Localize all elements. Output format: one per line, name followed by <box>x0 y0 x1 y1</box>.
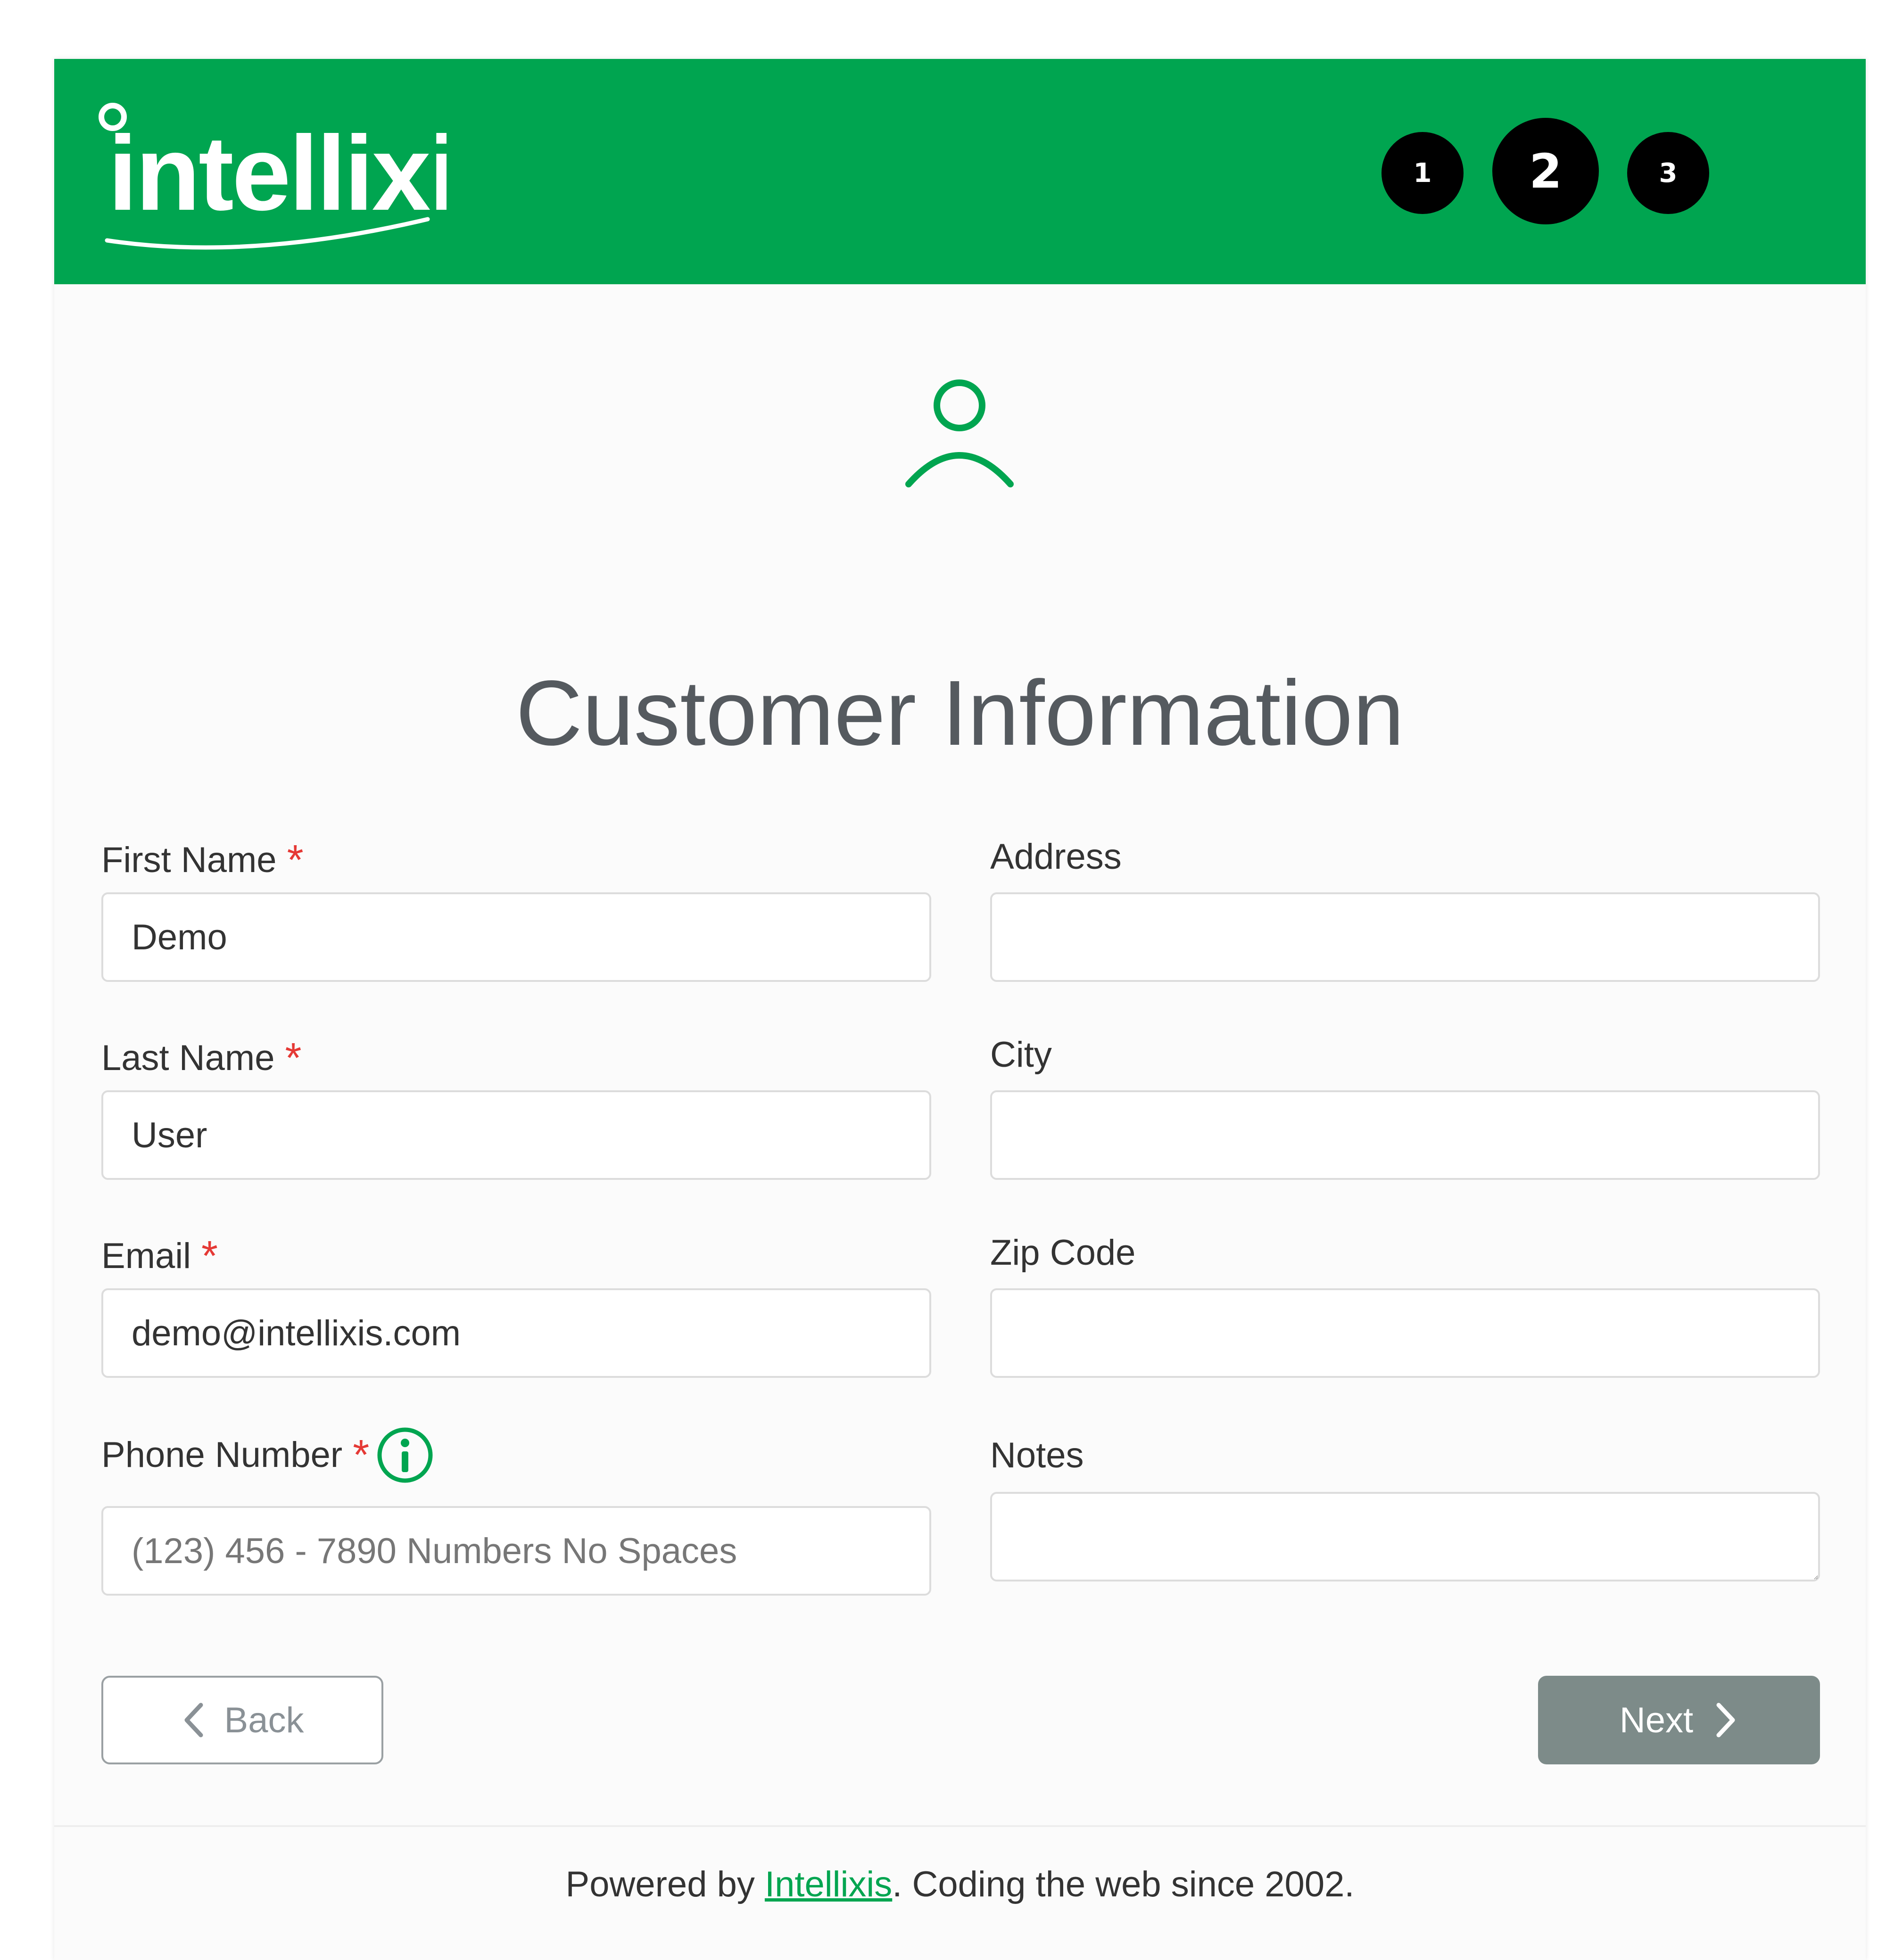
city-label: City <box>990 1035 1052 1075</box>
next-button[interactable]: Next <box>1538 1676 1820 1764</box>
footer-text: Powered by Intellixis. Coding the web si… <box>565 1864 1355 1904</box>
form-card: intellixis 1 2 3 Customer Information Fi… <box>54 59 1866 1960</box>
first-name-input[interactable] <box>101 892 931 982</box>
last-name-input[interactable] <box>101 1090 931 1180</box>
chevron-right-icon <box>1716 1703 1735 1738</box>
step-1[interactable]: 1 <box>1381 132 1464 214</box>
user-icon <box>905 379 1014 487</box>
required-asterisk-icon: * <box>353 1432 370 1479</box>
zip-code-label: Zip Code <box>990 1233 1136 1273</box>
chevron-left-icon <box>184 1703 203 1738</box>
logo-wordmark: intellixis <box>108 114 447 232</box>
step-2-current[interactable]: 2 <box>1492 118 1599 224</box>
intellixis-link[interactable]: Intellixis <box>765 1864 892 1904</box>
required-asterisk-icon: * <box>285 1035 302 1082</box>
required-asterisk-icon: * <box>201 1233 218 1280</box>
footer-divider <box>54 1825 1866 1827</box>
first-name-label: First Name * <box>101 837 304 884</box>
phone-input[interactable] <box>101 1506 931 1596</box>
header-bar: intellixis 1 2 3 <box>54 59 1866 284</box>
notes-textarea[interactable] <box>990 1492 1820 1581</box>
notes-label: Notes <box>990 1435 1084 1475</box>
phone-label: Phone Number * <box>101 1426 434 1484</box>
email-label: Email * <box>101 1233 218 1280</box>
info-icon[interactable] <box>376 1426 434 1484</box>
email-input[interactable] <box>101 1288 931 1378</box>
step-3[interactable]: 3 <box>1627 132 1709 214</box>
required-asterisk-icon: * <box>287 837 304 884</box>
zip-code-input[interactable] <box>990 1288 1820 1378</box>
address-input[interactable] <box>990 892 1820 982</box>
back-button-label: Back <box>224 1700 304 1740</box>
back-button[interactable]: Back <box>101 1676 383 1764</box>
address-label: Address <box>990 837 1122 877</box>
next-button-label: Next <box>1619 1700 1694 1740</box>
last-name-label: Last Name * <box>101 1035 302 1082</box>
intellixis-logo[interactable]: intellixis <box>88 99 447 250</box>
page-title: Customer Information <box>515 661 1405 765</box>
city-input[interactable] <box>990 1090 1820 1180</box>
